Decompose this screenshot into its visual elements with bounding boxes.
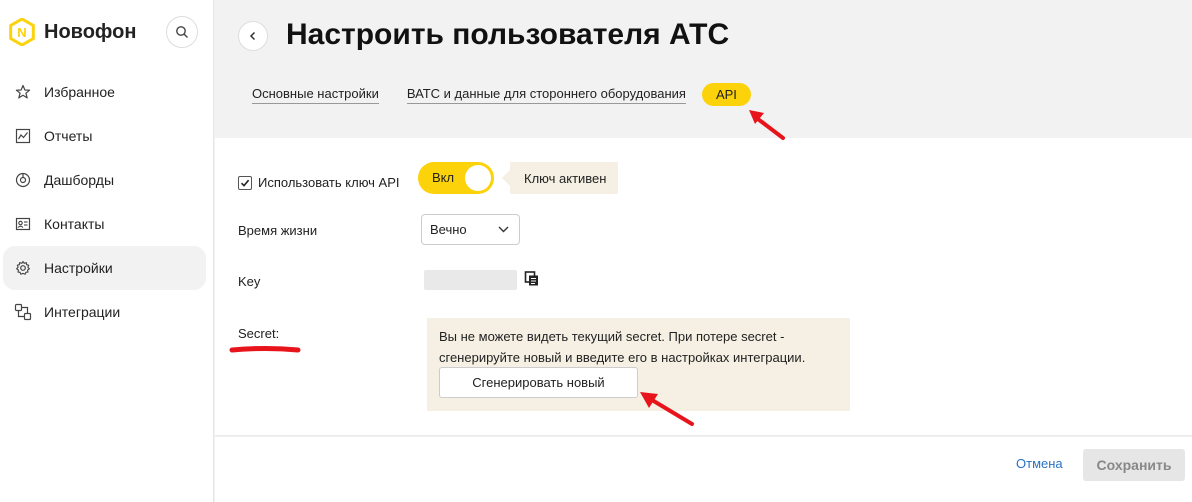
dashboard-icon (13, 170, 33, 190)
search-button[interactable] (166, 16, 198, 48)
toggle-knob (465, 165, 491, 191)
api-key-toggle[interactable]: Вкл (418, 162, 494, 194)
key-status-badge: Ключ активен (501, 162, 619, 194)
chevron-down-icon (498, 226, 509, 233)
sidebar-item-label: Отчеты (44, 128, 93, 144)
sidebar-item-label: Контакты (44, 216, 105, 232)
sidebar-item-reports[interactable]: Отчеты (3, 114, 206, 158)
novofon-logo-icon: N (9, 18, 35, 46)
tab-api[interactable]: API (701, 83, 751, 106)
sidebar-item-label: Избранное (44, 84, 115, 100)
chevron-left-icon (249, 31, 256, 41)
sidebar-item-dashboards[interactable]: Дашборды (3, 158, 206, 202)
tab-bar: Основные настройки ВАТС и данные для сто… (252, 83, 779, 106)
use-api-key-checkbox[interactable] (238, 175, 252, 190)
sidebar-item-settings[interactable]: Настройки (3, 246, 206, 290)
main-panel: Настроить пользователя АТС Основные наст… (215, 0, 1192, 502)
sidebar-item-label: Дашборды (44, 172, 114, 188)
svg-text:N: N (17, 25, 26, 40)
tab-vats-equipment[interactable]: ВАТС и данные для стороннего оборудовани… (406, 86, 686, 104)
back-button[interactable] (238, 21, 268, 51)
form-footer: Отмена Сохранить (215, 437, 1192, 502)
brand[interactable]: N Новофон (8, 18, 136, 46)
tab-main-settings[interactable]: Основные настройки (252, 86, 379, 104)
secret-notice-line2: сгенерируйте новый и введите его в настр… (439, 350, 806, 365)
secret-notice: Вы не можете видеть текущий secret. При … (427, 318, 850, 411)
search-icon (176, 26, 188, 38)
page-header: Настроить пользователя АТС Основные наст… (215, 0, 1192, 138)
copy-icon[interactable] (524, 271, 540, 287)
sidebar: N Новофон Избранное Отчеты Дашборды Конт… (0, 0, 214, 502)
page-title: Настроить пользователя АТС (286, 18, 730, 51)
sidebar-item-label: Настройки (44, 260, 113, 276)
toggle-label: Вкл (432, 170, 455, 185)
sidebar-item-contacts[interactable]: Контакты (3, 202, 206, 246)
key-label: Key (238, 274, 261, 289)
reports-icon (13, 126, 33, 146)
gear-icon (13, 258, 33, 278)
generate-secret-button[interactable]: Сгенерировать новый (439, 367, 638, 398)
key-value-field (424, 270, 517, 290)
sidebar-item-label: Интеграции (44, 304, 121, 320)
checkmark-icon (240, 179, 250, 187)
contacts-icon (13, 214, 33, 234)
integrations-icon (13, 302, 33, 322)
save-button[interactable]: Сохранить (1083, 449, 1185, 481)
secret-label: Secret: (238, 326, 280, 341)
lifetime-label: Время жизни (238, 223, 318, 238)
lifetime-select[interactable]: Вечно (421, 214, 520, 245)
secret-notice-line1: Вы не можете видеть текущий secret. При … (439, 329, 785, 344)
lifetime-value: Вечно (430, 222, 467, 237)
brand-name: Новофон (44, 20, 137, 43)
api-settings-form: Использовать ключ API Вкл Ключ активен В… (215, 138, 1192, 436)
star-icon (13, 82, 33, 102)
sidebar-item-favorites[interactable]: Избранное (3, 70, 206, 114)
use-api-key-row: Использовать ключ API (238, 175, 400, 190)
sidebar-nav: Избранное Отчеты Дашборды Контакты Настр… (3, 70, 206, 334)
sidebar-item-integrations[interactable]: Интеграции (3, 290, 206, 334)
use-api-key-label: Использовать ключ API (258, 175, 400, 190)
cancel-link[interactable]: Отмена (1016, 456, 1063, 471)
